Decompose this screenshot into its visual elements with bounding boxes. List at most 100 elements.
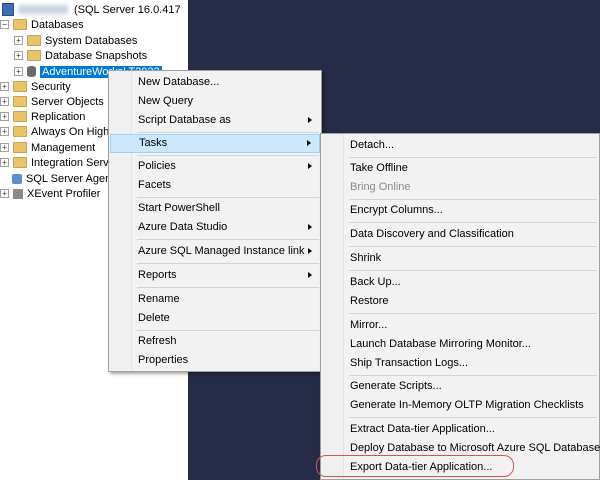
menu-separator bbox=[137, 330, 319, 331]
menu-item-deploy-to-azure[interactable]: Deploy Database to Microsoft Azure SQL D… bbox=[322, 439, 600, 458]
menu-label: Refresh bbox=[138, 335, 177, 347]
menu-item-take-offline[interactable]: Take Offline bbox=[322, 159, 598, 178]
menu-item-facets[interactable]: Facets bbox=[110, 176, 320, 195]
menu-item-back-up[interactable]: Back Up... bbox=[322, 273, 598, 292]
menu-item-restore[interactable]: Restore bbox=[322, 292, 598, 311]
submenu-arrow-icon bbox=[308, 248, 312, 254]
tree-node-xevent-profiler[interactable]: + XEvent Profiler bbox=[0, 186, 100, 201]
menu-label: Encrypt Columns... bbox=[350, 204, 443, 216]
tree-node-server[interactable]: (SQL Server 16.0.417 bbox=[2, 2, 181, 17]
tree-label-replication: Replication bbox=[31, 110, 86, 123]
tree-node-database-snapshots[interactable]: + Database Snapshots bbox=[14, 48, 147, 63]
menu-item-properties[interactable]: Properties bbox=[110, 351, 320, 370]
expand-toggle[interactable]: + bbox=[0, 127, 9, 136]
expand-toggle[interactable]: + bbox=[14, 67, 23, 76]
submenu-arrow-icon bbox=[308, 163, 312, 169]
tree-node-management[interactable]: + Management bbox=[0, 140, 95, 155]
menu-item-azure-sql-mi-link[interactable]: Azure SQL Managed Instance link bbox=[110, 242, 320, 261]
xevent-icon bbox=[13, 188, 23, 199]
menu-label: New Query bbox=[138, 95, 194, 107]
menu-separator bbox=[137, 155, 319, 156]
folder-icon bbox=[13, 142, 27, 153]
folder-icon bbox=[13, 111, 27, 122]
menu-separator bbox=[349, 417, 597, 418]
folder-icon bbox=[13, 19, 27, 30]
expand-toggle[interactable]: + bbox=[0, 82, 9, 91]
tree-node-security[interactable]: + Security bbox=[0, 79, 71, 94]
tree-node-sql-server-agent[interactable]: SQL Server Agent bbox=[12, 171, 114, 186]
submenu-arrow-icon bbox=[308, 117, 312, 123]
menu-item-start-powershell[interactable]: Start PowerShell bbox=[110, 199, 320, 218]
expand-toggle[interactable]: + bbox=[0, 143, 9, 152]
menu-item-launch-mirroring-monitor[interactable]: Launch Database Mirroring Monitor... bbox=[322, 335, 598, 354]
collapse-toggle[interactable]: − bbox=[0, 20, 9, 29]
menu-label: Policies bbox=[138, 160, 176, 172]
folder-icon bbox=[27, 35, 41, 46]
menu-item-rename[interactable]: Rename bbox=[110, 290, 320, 309]
menu-item-azure-data-studio[interactable]: Azure Data Studio bbox=[110, 218, 320, 237]
menu-label: Script Database as bbox=[138, 114, 231, 126]
folder-icon bbox=[13, 157, 27, 168]
menu-item-data-discovery[interactable]: Data Discovery and Classification bbox=[322, 225, 598, 244]
submenu-arrow-icon bbox=[308, 224, 312, 230]
menu-label: Deploy Database to Microsoft Azure SQL D… bbox=[350, 442, 600, 454]
submenu-arrow-icon bbox=[308, 272, 312, 278]
blurred-server-name bbox=[18, 5, 68, 14]
menu-item-new-query[interactable]: New Query bbox=[110, 92, 320, 111]
menu-separator bbox=[349, 375, 597, 376]
expand-toggle[interactable]: + bbox=[0, 158, 9, 167]
expand-toggle[interactable]: + bbox=[14, 51, 23, 60]
menu-item-tasks[interactable]: Tasks bbox=[110, 134, 320, 153]
menu-item-mirror[interactable]: Mirror... bbox=[322, 316, 598, 335]
tree-node-databases[interactable]: − Databases bbox=[0, 17, 84, 32]
menu-item-shrink[interactable]: Shrink bbox=[322, 249, 598, 268]
menu-label: Take Offline bbox=[350, 162, 408, 174]
menu-separator bbox=[349, 270, 597, 271]
tree-label-database-snapshots: Database Snapshots bbox=[45, 49, 148, 62]
menu-label: Tasks bbox=[139, 137, 168, 149]
menu-item-generate-inmemory-checklists[interactable]: Generate In-Memory OLTP Migration Checkl… bbox=[322, 396, 598, 415]
menu-label: Detach... bbox=[350, 139, 395, 151]
tree-label-always-on: Always On High A bbox=[31, 125, 120, 138]
menu-item-generate-scripts[interactable]: Generate Scripts... bbox=[322, 377, 598, 396]
menu-separator bbox=[349, 199, 597, 200]
menu-label: Delete bbox=[138, 312, 170, 324]
menu-label: Ship Transaction Logs... bbox=[350, 357, 469, 369]
menu-item-extract-data-tier[interactable]: Extract Data-tier Application... bbox=[322, 420, 598, 439]
folder-icon bbox=[13, 126, 27, 137]
menu-separator bbox=[349, 157, 597, 158]
menu-label: Mirror... bbox=[350, 319, 388, 331]
expand-toggle[interactable]: + bbox=[0, 189, 9, 198]
tree-node-system-databases[interactable]: + System Databases bbox=[14, 33, 137, 48]
menu-item-new-database[interactable]: New Database... bbox=[110, 73, 320, 92]
tree-label-sql-server-agent: SQL Server Agent bbox=[26, 172, 115, 185]
menu-item-script-database-as[interactable]: Script Database as bbox=[110, 111, 320, 130]
tree-node-server-objects[interactable]: + Server Objects bbox=[0, 94, 104, 109]
menu-separator bbox=[349, 313, 597, 314]
menu-item-ship-transaction-logs[interactable]: Ship Transaction Logs... bbox=[322, 354, 598, 373]
menu-label: Data Discovery and Classification bbox=[350, 228, 514, 240]
menu-item-encrypt-columns[interactable]: Encrypt Columns... bbox=[322, 201, 598, 220]
menu-separator bbox=[137, 197, 319, 198]
menu-item-policies[interactable]: Policies bbox=[110, 157, 320, 176]
database-icon bbox=[27, 66, 36, 77]
menu-item-delete[interactable]: Delete bbox=[110, 309, 320, 328]
tree-node-replication[interactable]: + Replication bbox=[0, 109, 85, 124]
database-context-menu: New Database... New Query Script Databas… bbox=[108, 70, 322, 372]
menu-item-reports[interactable]: Reports bbox=[110, 266, 320, 285]
expand-toggle[interactable]: + bbox=[14, 36, 23, 45]
tree-label-server-objects: Server Objects bbox=[31, 95, 104, 108]
server-version-label: (SQL Server 16.0.417 bbox=[74, 3, 181, 16]
tree-node-integration-services[interactable]: + Integration Servic bbox=[0, 155, 117, 170]
expand-toggle[interactable]: + bbox=[0, 97, 9, 106]
tree-label-security: Security bbox=[31, 80, 71, 93]
tree-node-always-on[interactable]: + Always On High A bbox=[0, 124, 119, 139]
menu-item-refresh[interactable]: Refresh bbox=[110, 332, 320, 351]
folder-icon bbox=[13, 81, 27, 92]
expand-toggle[interactable]: + bbox=[0, 112, 9, 121]
menu-item-detach[interactable]: Detach... bbox=[322, 136, 598, 155]
menu-item-export-data-tier[interactable]: Export Data-tier Application... bbox=[322, 458, 598, 477]
menu-label: Back Up... bbox=[350, 276, 401, 288]
menu-separator bbox=[137, 239, 319, 240]
menu-label: Reports bbox=[138, 269, 177, 281]
